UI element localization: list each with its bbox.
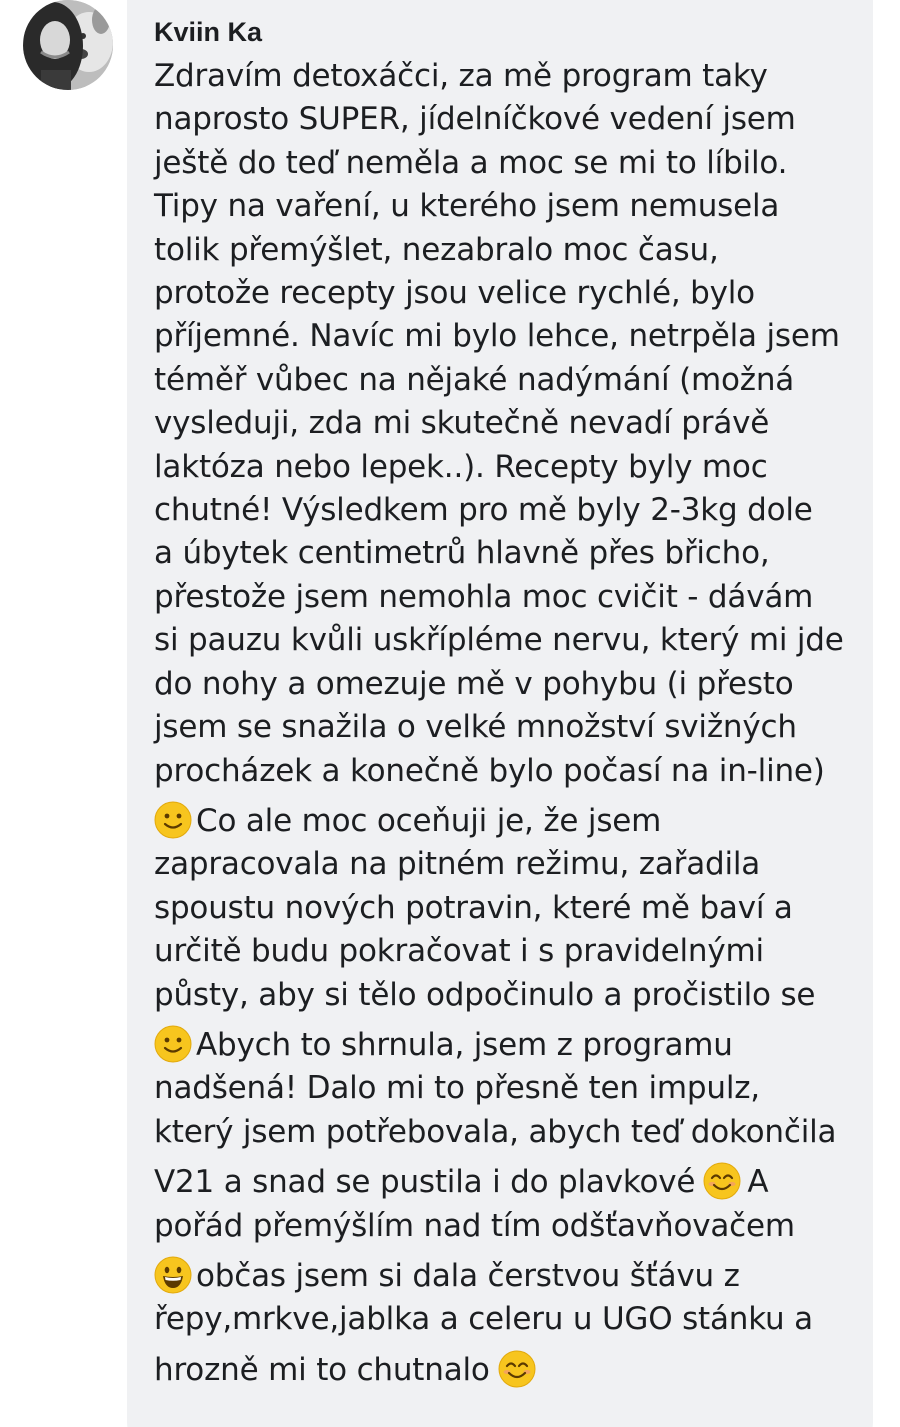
comment-line: V21 a snad se pustila i do plavkové A [154, 1161, 874, 1204]
slightly-smiling-emoji-icon [154, 1025, 192, 1063]
comment-line: jsem se snažila o velké množství svižnýc… [154, 709, 797, 746]
comment-line: který jsem potřebovala, abych teď dokonč… [154, 1113, 837, 1150]
comment-line: řepy,mrkve,jablka a celeru u UGO stánku … [154, 1301, 813, 1338]
comment-line: si pauzu kvůli uskřípléme nervu, který m… [154, 622, 844, 659]
comment-thread: Kviin Ka Zdravím detoxáčci, za mě progra… [0, 0, 900, 1427]
comment-line-text: hrozně mi to chutnalo [154, 1351, 490, 1388]
comment-line: hrozně mi to chutnalo [154, 1349, 874, 1392]
avatar[interactable] [23, 0, 113, 90]
comment-line: a úbytek centimetrů hlavně přes břicho, [154, 535, 770, 572]
comment-line: téměř vůbec na nějaké nadýmání (možná [154, 361, 795, 398]
comment-line: protože recepty jsou velice rychlé, bylo [154, 275, 755, 312]
comment-line: ještě do teď neměla a moc se mi to líbil… [154, 144, 788, 181]
comment-line: zapracovala na pitném režimu, zařadila [154, 846, 761, 883]
comment-line: Abych to shrnula, jsem z programu [154, 1024, 874, 1067]
comment-line-text: Co ale moc oceňuji je, že jsem [196, 802, 662, 839]
comment-line-text: občas jsem si dala čerstvou šťávu z [196, 1257, 740, 1294]
comment-line: tolik přemýšlet, nezabralo moc času, [154, 231, 719, 268]
author-name[interactable]: Kviin Ka [154, 16, 262, 48]
comment-line: Tipy na vaření, u kterého jsem nemusela [154, 188, 780, 225]
smiling-eyes-emoji-icon [703, 1162, 741, 1200]
comment-line: procházek a konečně bylo počasí na in-li… [154, 752, 825, 789]
comment-line: pořád přemýšlím nad tím odšťavňovačem [154, 1207, 795, 1244]
slightly-smiling-emoji-icon [154, 801, 192, 839]
comment-line: laktóza nebo lepek..). Recepty byly moc [154, 448, 768, 485]
comment-line: příjemné. Navíc mi bylo lehce, netrpěla … [154, 318, 840, 355]
smiling-eyes-emoji-icon [498, 1350, 536, 1388]
comment-line: naprosto SUPER, jídelníčkové vedení jsem [154, 101, 796, 138]
comment-line: Zdravím detoxáčci, za mě program taky [154, 58, 768, 94]
comment-line: nadšená! Dalo mi to přesně ten impulz, [154, 1070, 760, 1107]
comment-line: určitě budu pokračovat i s pravidelnými [154, 933, 764, 970]
comment-line-text: A [747, 1164, 769, 1201]
comment-line-text: Abych to shrnula, jsem z programu [196, 1026, 733, 1063]
comment-line-text: V21 a snad se pustila i do plavkové [154, 1164, 696, 1201]
grinning-emoji-icon [154, 1256, 192, 1294]
comment-line: vysleduji, zda mi skutečně nevadí právě [154, 405, 770, 442]
comment-line: chutné! Výsledkem pro mě byly 2-3kg dole [154, 492, 813, 529]
comment-line: přestože jsem nemohla moc cvičit - dávám [154, 578, 814, 615]
comment-line: půsty, aby si tělo odpočinulo a pročisti… [154, 976, 816, 1013]
comment-line: do nohy a omezuje mě v pohybu (i přesto [154, 665, 794, 702]
comment-line: spoustu nových potravin, které mě baví a [154, 889, 793, 926]
comment-line: občas jsem si dala čerstvou šťávu z [154, 1255, 874, 1298]
comment-text: Zdravím detoxáčci, za mě program taky na… [154, 55, 874, 1392]
comment-line: Co ale moc oceňuji je, že jsem [154, 800, 874, 843]
